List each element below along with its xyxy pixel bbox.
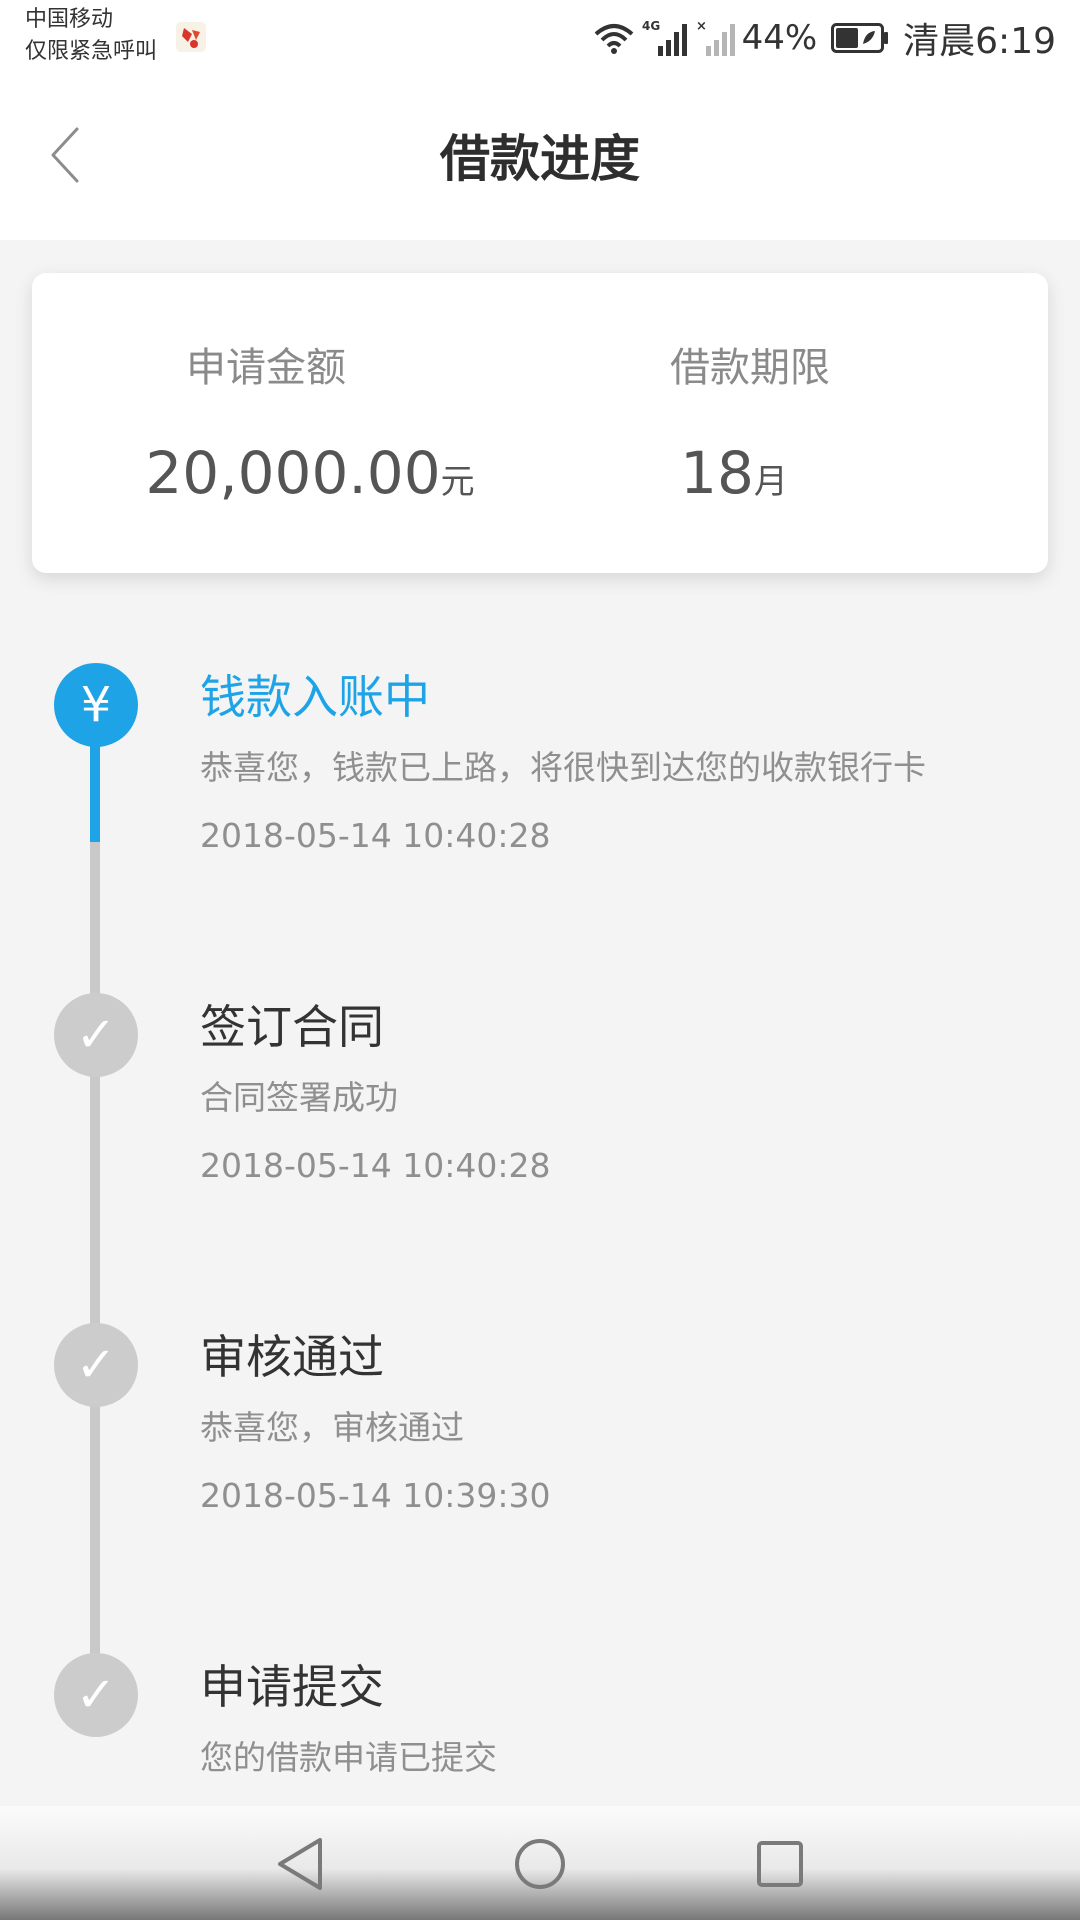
- step-time: 2018-05-14 10:40:28: [200, 1146, 551, 1185]
- nav-home-icon: [515, 1839, 565, 1889]
- nav-recents-button[interactable]: [750, 1834, 810, 1894]
- step-title: 签订合同: [200, 1000, 384, 1054]
- yuan-icon: ¥: [54, 663, 138, 747]
- step-title: 审核通过: [200, 1330, 384, 1384]
- timeline-track: [90, 700, 100, 1700]
- step-title: 钱款入账中: [200, 670, 430, 724]
- system-nav-bar: [0, 1806, 1080, 1920]
- check-icon: ✓: [54, 993, 138, 1077]
- step-desc: 恭喜您，钱款已上路，将很快到达您的收款银行卡: [200, 748, 926, 787]
- nav-home-button[interactable]: [510, 1834, 570, 1894]
- check-icon: ✓: [54, 1323, 138, 1407]
- step-time: 2018-05-14 10:39:30: [200, 1476, 551, 1515]
- nav-back-icon: [278, 1838, 322, 1890]
- check-glyph: ✓: [75, 1337, 117, 1393]
- step-desc: 恭喜您，审核通过: [200, 1408, 464, 1447]
- nav-recents-icon: [757, 1841, 803, 1887]
- check-glyph: ✓: [75, 1007, 117, 1063]
- nav-back-button[interactable]: [270, 1834, 330, 1894]
- yuan-glyph: ¥: [80, 677, 112, 733]
- step-time: 2018-05-14 10:40:28: [200, 816, 551, 855]
- progress-timeline: ¥ 钱款入账中 恭喜您，钱款已上路，将很快到达您的收款银行卡 2018-05-1…: [0, 0, 1080, 1920]
- step-desc: 合同签署成功: [200, 1078, 398, 1117]
- check-icon: ✓: [54, 1653, 138, 1737]
- step-desc: 您的借款申请已提交: [200, 1738, 497, 1777]
- check-glyph: ✓: [75, 1667, 117, 1723]
- step-title: 申请提交: [200, 1660, 384, 1714]
